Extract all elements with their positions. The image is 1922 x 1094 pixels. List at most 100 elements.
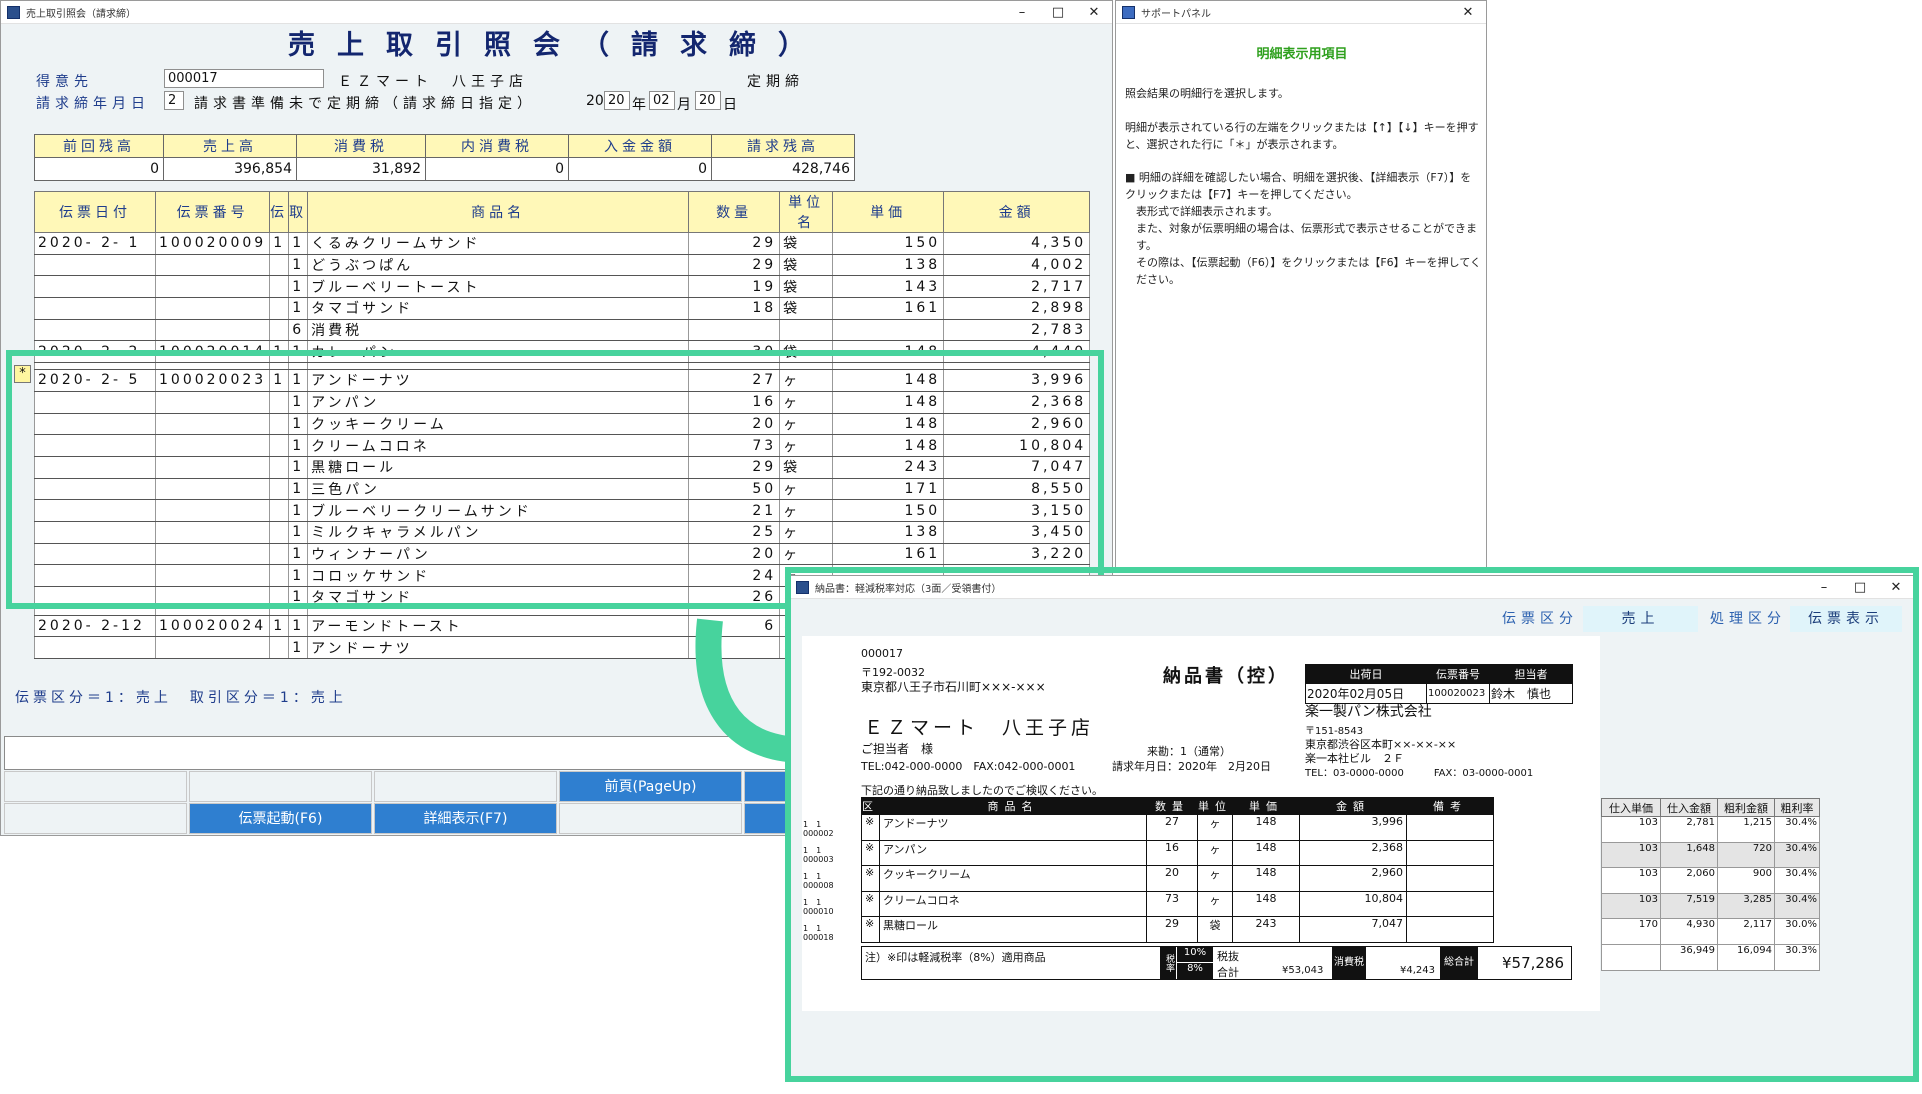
grid-cell	[34, 254, 156, 277]
table-row[interactable]: 6 消費税 2,783	[34, 319, 1091, 342]
year-unit: 年	[632, 97, 646, 113]
grid-header: 伝票日付	[34, 191, 156, 233]
grid-cell	[154, 636, 271, 660]
delivery-highlight-frame	[785, 567, 1919, 1082]
grid-cell: タマゴサンド	[307, 297, 690, 320]
maximize-icon[interactable]: □	[1040, 5, 1076, 20]
grid-cell: 袋	[779, 297, 834, 320]
grid-cell: どうぶつぱん	[307, 254, 690, 277]
grid-cell	[154, 254, 271, 277]
fkey-f2[interactable]	[189, 771, 372, 802]
grid-header: 数量	[688, 191, 781, 233]
grid-cell: 袋	[779, 254, 834, 277]
slip-launch-button[interactable]: 伝票起動(F6)	[189, 803, 372, 834]
grid-header: 伝票番号	[154, 191, 271, 233]
grid-cell	[34, 275, 156, 299]
grid-cell: 消費税	[307, 319, 690, 342]
grid-cell: 6	[288, 319, 309, 342]
customer-code-field[interactable]: 000017	[164, 69, 324, 88]
billing-mode-text: 請求書準備未で定期締（請求締日指定）	[194, 96, 536, 112]
window-controls: – □ ✕	[1004, 5, 1112, 20]
year-prefix: 20	[586, 93, 604, 109]
grid-header: 単価	[832, 191, 945, 233]
grid-cell	[688, 319, 781, 342]
panel-text-5: また、対象が伝票明細の場合は、伝票形式で表示させることができます。	[1136, 222, 1477, 252]
summary-header: 内消費税	[425, 134, 569, 158]
grid-cell: 143	[832, 275, 945, 299]
grid-cell: 2020- 2- 1	[34, 232, 156, 255]
grid-cell: 19	[688, 275, 781, 299]
grid-header: 単位名	[779, 191, 834, 233]
panel-heading: 明細表示用項目	[1256, 47, 1348, 62]
summary-value: 0	[425, 157, 569, 181]
summary-header: 売上高	[163, 134, 297, 158]
panel-window-title: サポートパネル	[1141, 8, 1211, 20]
day-field[interactable]: 20	[695, 91, 721, 110]
summary-header: 前回残高	[34, 134, 164, 158]
grid-cell: くるみクリームサンド	[307, 232, 690, 255]
grid-cell: アンドーナツ	[307, 636, 690, 660]
summary-header: 請求残高	[711, 134, 855, 158]
support-panel: サポートパネル ✕ 明細表示用項目 照会結果の明細行を選択します。 明細が表示さ…	[1115, 0, 1487, 570]
closing-type: 定期締	[747, 74, 804, 90]
table-row[interactable]: 1 ブルーベリートースト 19 袋 143 2,717	[34, 275, 1091, 299]
grid-cell	[154, 275, 271, 299]
minimize-icon[interactable]: –	[1004, 5, 1040, 20]
grid-cell	[307, 608, 690, 616]
grid-cell	[34, 297, 156, 320]
grid-cell	[34, 608, 156, 616]
grid-cell: 袋	[779, 275, 834, 299]
billing-mode-field[interactable]: 2	[164, 91, 184, 110]
close-icon[interactable]: ✕	[1450, 5, 1486, 20]
table-row[interactable]: 2020- 2- 1 100020009 1 1 くるみクリームサンド 29 袋 150 4,3…	[34, 232, 1091, 255]
grid-header: 金額	[943, 191, 1091, 233]
grid-cell: 138	[832, 254, 945, 277]
fkey-f1[interactable]	[4, 771, 187, 802]
grid-cell: 2020- 2-12	[34, 615, 156, 638]
panel-window-controls: ✕	[1450, 5, 1486, 20]
grid-cell: 161	[832, 297, 945, 320]
summary-value: 0	[34, 157, 164, 181]
table-row[interactable]: 1 タマゴサンド 18 袋 161 2,898	[34, 297, 1091, 320]
fkey-f3[interactable]	[374, 771, 557, 802]
panel-app-icon	[1122, 5, 1135, 19]
grid-cell: 100020009	[154, 232, 271, 255]
grid-cell	[269, 254, 290, 277]
grid-cell: 29	[688, 254, 781, 277]
grid-cell	[269, 608, 290, 616]
grid-cell: 1	[288, 615, 309, 638]
grid-cell: ブルーベリートースト	[307, 275, 690, 299]
panel-text-1: 照会結果の明細行を選択します。	[1125, 87, 1289, 100]
app-icon	[7, 5, 20, 19]
table-row[interactable]: 1 どうぶつぱん 29 袋 138 4,002	[34, 254, 1091, 277]
grid-cell: 2,898	[943, 297, 1091, 320]
summary-value: 0	[568, 157, 712, 181]
grid-cell: アーモンドトースト	[307, 615, 690, 638]
grid-cell: 1	[269, 615, 290, 638]
grid-cell: 1	[288, 275, 309, 299]
main-titlebar: 売上取引照会（請求締） – □ ✕	[1, 1, 1112, 24]
panel-titlebar: サポートパネル ✕	[1116, 1, 1486, 24]
grid-cell	[779, 319, 834, 342]
panel-text-6: その際は、【伝票起動（F6）】をクリックまたは【F6】キーを押してください。	[1136, 256, 1481, 286]
grid-cell: 1	[288, 254, 309, 277]
grid-cell	[288, 608, 309, 616]
month-field[interactable]: 02	[649, 91, 675, 110]
main-window-title: 売上取引照会（請求締）	[26, 8, 136, 20]
panel-text-4: 表形式で詳細表示されます。	[1136, 205, 1278, 218]
grid-cell	[269, 297, 290, 320]
year-field[interactable]: 20	[604, 91, 630, 110]
grid-cell: 1	[288, 636, 309, 660]
grid-cell: 100020024	[154, 615, 271, 638]
grid-cell: 2,783	[943, 319, 1091, 342]
summary-value: 396,854	[163, 157, 297, 181]
grid-cell	[34, 319, 156, 342]
status-info-line: 伝票区分＝1：売上 取引区分＝1：売上	[15, 690, 347, 706]
grid-cell	[154, 297, 271, 320]
grid-header: 伝	[269, 191, 290, 233]
close-icon[interactable]: ✕	[1076, 5, 1112, 20]
summary-value: 428,746	[711, 157, 855, 181]
fkey-f5[interactable]	[4, 803, 187, 834]
fkey-f8[interactable]	[559, 803, 742, 834]
detail-view-button[interactable]: 詳細表示(F7)	[374, 803, 557, 834]
